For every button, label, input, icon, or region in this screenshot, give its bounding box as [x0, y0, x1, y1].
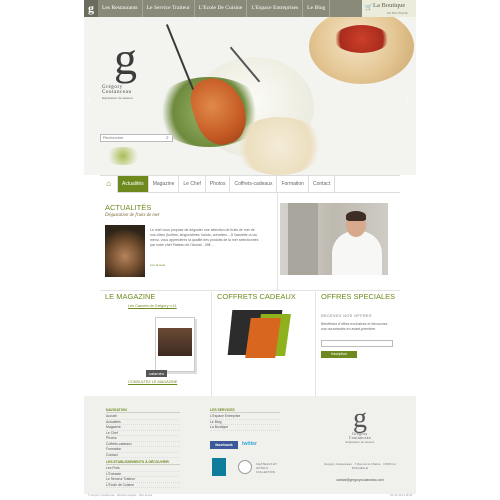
- footer-services: LES SERVICES L'Espace Entreprise Le Blog…: [210, 408, 280, 431]
- brand-tagline: Explorateur de saveurs: [102, 96, 133, 100]
- footer-email-link[interactable]: contact@gregorycoutanceau.com: [324, 478, 396, 482]
- news-thumbnail[interactable]: [105, 225, 145, 277]
- hero-image-sauce: [104, 147, 142, 165]
- news-section: ACTUALITÉS Dégustation de fruits de mer …: [100, 193, 278, 291]
- read-more-link[interactable]: Lire la suite: [150, 263, 165, 267]
- facebook-icon[interactable]: facebook: [210, 441, 238, 449]
- tab-coffrets[interactable]: Coffrets-cadeaux: [230, 176, 278, 192]
- tab-formation[interactable]: Formation: [277, 176, 309, 192]
- brand-name-last: Coutanceau: [102, 90, 132, 95]
- boutique-button[interactable]: 🛒 La Boutique EN BOUTIQUE: [362, 0, 416, 17]
- bottom-bar: © Grégory Coutanceau · Mentions légales …: [84, 494, 416, 500]
- nav-ecole[interactable]: L'Ecole De Cuisine: [195, 0, 248, 17]
- chateaux-hotels-icon[interactable]: [238, 460, 252, 474]
- magazine-section: LE MAGAZINE Les Carnets de Grégory n.11 …: [100, 292, 212, 396]
- legal-links[interactable]: © Grégory Coutanceau · Mentions légales …: [88, 494, 152, 497]
- footer-nav: NAVIGATION Accueil Actualités Magazine L…: [106, 408, 180, 458]
- gift-card-orange: [245, 318, 281, 358]
- subscribe-button[interactable]: Inscription: [321, 351, 357, 358]
- footer-link[interactable]: La Boutique: [210, 425, 280, 431]
- footer-logo[interactable]: g Grégory Coutanceau Explorateur de save…: [324, 403, 396, 445]
- news-subtitle[interactable]: Dégustation de fruits de mer: [105, 213, 160, 218]
- footer-logo-tagline: Explorateur de saveurs: [345, 440, 375, 444]
- chef-section: [278, 193, 400, 291]
- carousel-prev-icon[interactable]: ‹: [87, 95, 90, 106]
- special-offers-title: OFFRES SPECIALES: [321, 292, 396, 301]
- main-content: ACTUALITÉS Dégustation de fruits de mer …: [100, 193, 400, 396]
- footer: NAVIGATION Accueil Actualités Magazine L…: [84, 396, 416, 494]
- phone-number: Tél. 05 46 41 48 49: [389, 494, 412, 497]
- tab-photos[interactable]: Photos: [206, 176, 231, 192]
- special-offers-section: OFFRES SPECIALES RECEVEZ NOS OFFRES Béné…: [316, 292, 400, 396]
- tab-le-chef[interactable]: Le Chef: [179, 176, 206, 192]
- brand-letter: g: [114, 33, 137, 84]
- footer-logo-letter: g: [353, 403, 367, 434]
- footer-services-heading: LES SERVICES: [210, 408, 280, 413]
- magazine-cover[interactable]: [155, 317, 195, 372]
- footer-nav-heading: NAVIGATION: [106, 408, 180, 413]
- section-navigation: ⌂ Actualités Magazine Le Chef Photos Cof…: [100, 175, 400, 193]
- hero-banner: g Grégory Coutanceau Explorateur de save…: [84, 17, 416, 175]
- chef-photo[interactable]: [280, 203, 388, 275]
- tab-contact[interactable]: Contact: [309, 176, 336, 192]
- search-input[interactable]: Rechercher: [100, 134, 173, 142]
- consult-magazine-link[interactable]: CONSULTEZ LE MAGAZINE: [128, 380, 177, 384]
- magazine-issue-link[interactable]: Les Carnets de Grégory n.11: [128, 304, 177, 308]
- hero-image-foam: [234, 117, 324, 175]
- newsletter-label: RECEVEZ NOS OFFRES: [321, 314, 372, 318]
- nav-restaurants[interactable]: Les Restaurants: [98, 0, 143, 17]
- gift-boxes-title: COFFRETS CADEAUX: [217, 292, 296, 301]
- boutique-label: La Boutique: [373, 2, 406, 9]
- magazine-title: LE MAGAZINE: [105, 292, 156, 301]
- tab-actualites[interactable]: Actualités: [118, 176, 149, 192]
- newsletter-description: Bénéficiez d'offres exclusives et découv…: [321, 322, 388, 331]
- news-text: Le chef vous propose de déguster une sél…: [150, 228, 259, 247]
- tourism-badge-icon[interactable]: [212, 458, 226, 476]
- gift-boxes-section: COFFRETS CADEAUX: [212, 292, 316, 396]
- cart-icon: 🛒: [365, 5, 373, 11]
- chateaux-hotels-label: CHÂTEAUX ET HÔTELS COLLECTION: [256, 462, 277, 474]
- footer-link[interactable]: L'Ecole de Cuisine: [106, 483, 180, 488]
- nav-traiteur[interactable]: Le Service Traiteur: [143, 0, 195, 17]
- boutique-sublabel: EN BOUTIQUE: [387, 11, 408, 15]
- nav-entreprises[interactable]: L'Espace Entreprises: [247, 0, 304, 17]
- footer-establishments: LES ETABLISSEMENTS À DÉCOUVRIR Les Flots…: [106, 460, 180, 488]
- email-field[interactable]: [321, 340, 393, 347]
- footer-establishments-heading: LES ETABLISSEMENTS À DÉCOUVRIR: [106, 460, 180, 465]
- tab-magazine[interactable]: Magazine: [149, 176, 180, 192]
- nav-blog[interactable]: Le Blog: [303, 0, 331, 17]
- twitter-icon[interactable]: twitter: [242, 441, 257, 447]
- brand-logo[interactable]: g Grégory Coutanceau Explorateur de save…: [102, 33, 192, 101]
- top-navigation: g Les Restaurants Le Service Traiteur L'…: [84, 0, 416, 17]
- hero-image-tomato: [334, 25, 389, 53]
- footer-link[interactable]: Contact: [106, 453, 180, 458]
- footer-address: Grégory Coutanceau · 7 Rue de la Chaîne …: [324, 462, 396, 470]
- home-icon[interactable]: ⌂: [100, 176, 118, 193]
- news-title: ACTUALITÉS: [105, 203, 152, 212]
- search-icon[interactable]: ⌕: [166, 135, 169, 141]
- calameo-badge: calaméo: [146, 370, 168, 377]
- carousel-next-icon[interactable]: ›: [406, 95, 409, 106]
- home-logo[interactable]: g: [84, 0, 98, 17]
